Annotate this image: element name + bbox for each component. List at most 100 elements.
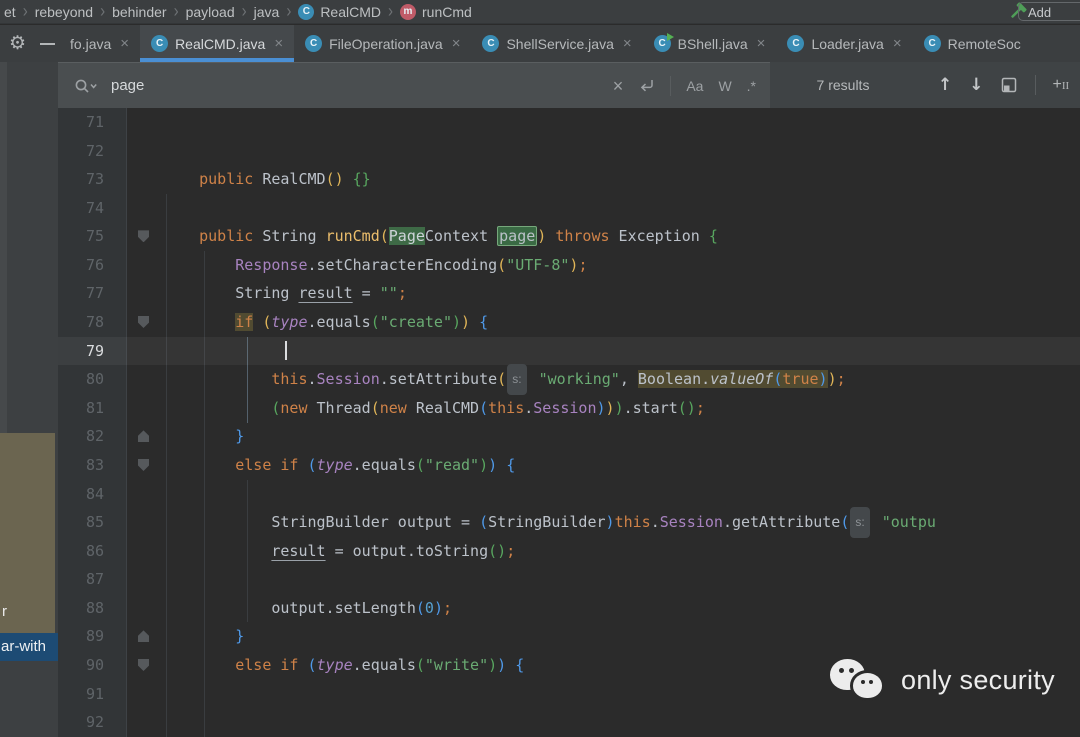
match-case-toggle[interactable]: Aa [686, 78, 703, 94]
code-token: String [235, 284, 299, 303]
add-configuration-button[interactable]: Add [1018, 2, 1080, 21]
add-occurrence-icon[interactable]: +ΙΙ [1053, 76, 1070, 94]
line-number[interactable]: 76 [58, 251, 104, 280]
fold-expanded-icon[interactable] [138, 458, 149, 471]
code-line[interactable]: 92 [58, 708, 1080, 737]
close-tab-icon[interactable]: × [757, 35, 766, 52]
breadcrumb-item-runCmd[interactable]: m runCmd [400, 3, 472, 20]
line-number[interactable]: 79 [58, 337, 104, 366]
tab-RemoteSoc[interactable]: C RemoteSoc [913, 25, 1032, 62]
code-line[interactable]: 86 result = output.toString(); [58, 537, 1080, 566]
line-number[interactable]: 78 [58, 308, 104, 337]
code-line[interactable]: 89 } [58, 622, 1080, 651]
line-number[interactable]: 88 [58, 594, 104, 623]
tab-FileOperation.java[interactable]: C FileOperation.java × [294, 25, 471, 62]
code-token: } [235, 627, 245, 646]
previous-occurrence-icon[interactable]: ↑ [938, 75, 952, 95]
regex-toggle[interactable]: .* [747, 78, 756, 94]
line-number[interactable]: 73 [58, 165, 104, 194]
fold-expanded-icon[interactable] [138, 230, 149, 243]
line-number[interactable]: 80 [58, 365, 104, 394]
breadcrumb-item-java[interactable]: java [254, 4, 280, 20]
code-line[interactable]: 72 [58, 137, 1080, 166]
code-token: . [307, 370, 317, 389]
tree-item[interactable]: r [2, 603, 7, 620]
code-token: = output.toString [325, 541, 489, 560]
code-line[interactable]: 73 public RealCMD() {} [58, 165, 1080, 194]
line-number[interactable]: 90 [58, 651, 104, 680]
code-line[interactable]: 77 String result = ""; [58, 279, 1080, 308]
fold-expanded-icon[interactable] [138, 658, 149, 671]
tab-RealCMD.java[interactable]: C RealCMD.java × [140, 25, 295, 62]
line-number[interactable]: 75 [58, 222, 104, 251]
line-number[interactable]: 87 [58, 565, 104, 594]
search-icon[interactable] [73, 77, 98, 95]
tab-BShell.java[interactable]: C BShell.java × [643, 25, 777, 62]
code-editor[interactable]: 71 72 73 public RealCMD() {} 74 75 public St… [58, 108, 1080, 737]
code-token: . [650, 513, 660, 532]
code-token: Session [659, 513, 723, 532]
code-line[interactable]: 84 [58, 480, 1080, 509]
line-number[interactable]: 89 [58, 622, 104, 651]
line-number[interactable]: 92 [58, 708, 104, 737]
line-number[interactable]: 71 [58, 108, 104, 137]
tab-label: RemoteSoc [947, 35, 1021, 52]
line-number[interactable]: 83 [58, 451, 104, 480]
code-line[interactable]: 88 output.setLength(0); [58, 594, 1080, 623]
line-number[interactable]: 77 [58, 279, 104, 308]
words-toggle[interactable]: W [718, 78, 731, 94]
code-line[interactable]: 74 [58, 194, 1080, 223]
line-number[interactable]: 81 [58, 394, 104, 423]
close-tab-icon[interactable]: × [274, 35, 283, 52]
line-number[interactable]: 84 [58, 480, 104, 509]
code-line[interactable]: 71 [58, 108, 1080, 137]
code-token: ( [379, 227, 389, 246]
settings-gear-icon[interactable]: ⚙ [9, 34, 26, 53]
close-tab-icon[interactable]: × [452, 35, 461, 52]
search-query[interactable]: page [111, 77, 144, 94]
search-field[interactable]: page × Aa W .* [58, 62, 770, 108]
tab-Loader.java[interactable]: C Loader.java × [776, 25, 912, 62]
code-token: "working" [538, 370, 620, 389]
close-tab-icon[interactable]: × [893, 35, 902, 52]
open-in-find-window-icon[interactable] [1001, 77, 1018, 94]
code-token: .setAttribute [379, 370, 498, 389]
line-number[interactable]: 86 [58, 537, 104, 566]
code-line[interactable]: 80 this.Session.setAttribute(s: "working… [58, 364, 1080, 395]
code-line[interactable]: 79 [58, 336, 1080, 366]
close-tab-icon[interactable]: × [623, 35, 632, 52]
code-line[interactable]: 82 } [58, 422, 1080, 451]
code-line[interactable]: 75 public String runCmd(PageContext page… [58, 222, 1080, 251]
newline-icon[interactable] [638, 78, 655, 94]
tab-ShellService.java[interactable]: C ShellService.java × [471, 25, 642, 62]
close-tab-icon[interactable]: × [120, 35, 129, 52]
tab-fo.java[interactable]: fo.java × [67, 25, 140, 62]
separator [1034, 75, 1036, 95]
code-line[interactable]: 85 StringBuilder output = (StringBuilder… [58, 507, 1080, 538]
line-number[interactable]: 82 [58, 422, 104, 451]
code-line[interactable]: 78 if (type.equals("create")) { [58, 308, 1080, 337]
code-line[interactable]: 81 (new Thread(new RealCMD(this.Session)… [58, 394, 1080, 423]
line-number[interactable]: 72 [58, 137, 104, 166]
breadcrumb-item-payload[interactable]: payload [186, 4, 235, 20]
line-number[interactable]: 85 [58, 508, 104, 537]
code-line[interactable]: 76 Response.setCharacterEncoding("UTF-8"… [58, 251, 1080, 280]
code-line[interactable]: 87 [58, 565, 1080, 594]
next-occurrence-icon[interactable]: ↓ [969, 75, 983, 95]
breadcrumb-item-RealCMD[interactable]: C RealCMD [298, 3, 381, 20]
fold-collapse-icon[interactable] [138, 430, 149, 443]
breadcrumb-item-behinder[interactable]: behinder [112, 4, 167, 20]
tree-item-selected[interactable]: ar-with [0, 633, 58, 661]
code-token: Boolean. [637, 370, 711, 389]
tab-label: BShell.java [677, 35, 748, 52]
hide-tabs-icon[interactable] [40, 42, 56, 45]
line-number[interactable]: 91 [58, 680, 104, 709]
fold-collapse-icon[interactable] [138, 630, 149, 643]
breadcrumb-item-et[interactable]: et [4, 4, 16, 20]
fold-expanded-icon[interactable] [138, 316, 149, 329]
breadcrumb-item-rebeyond[interactable]: rebeyond [35, 4, 93, 20]
watermark-text: only security [901, 664, 1055, 695]
code-line[interactable]: 83 else if (type.equals("read")) { [58, 451, 1080, 480]
clear-search-icon[interactable]: × [613, 77, 624, 95]
line-number[interactable]: 74 [58, 194, 104, 223]
